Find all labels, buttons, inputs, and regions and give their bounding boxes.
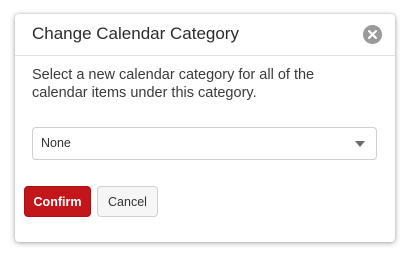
dialog-title: Change Calendar Category <box>32 24 239 43</box>
close-icon-glyph <box>368 30 377 39</box>
category-select[interactable]: None <box>32 127 377 160</box>
chevron-down-icon <box>355 141 365 147</box>
change-calendar-category-dialog: Change Calendar Category Select a new ca… <box>15 14 395 242</box>
dialog-header: Change Calendar Category <box>15 14 395 56</box>
close-icon[interactable] <box>363 25 382 44</box>
category-select-value: None <box>41 136 71 150</box>
cancel-button[interactable]: Cancel <box>97 186 158 217</box>
dialog-message: Select a new calendar category for all o… <box>32 67 315 101</box>
confirm-button[interactable]: Confirm <box>24 186 91 217</box>
